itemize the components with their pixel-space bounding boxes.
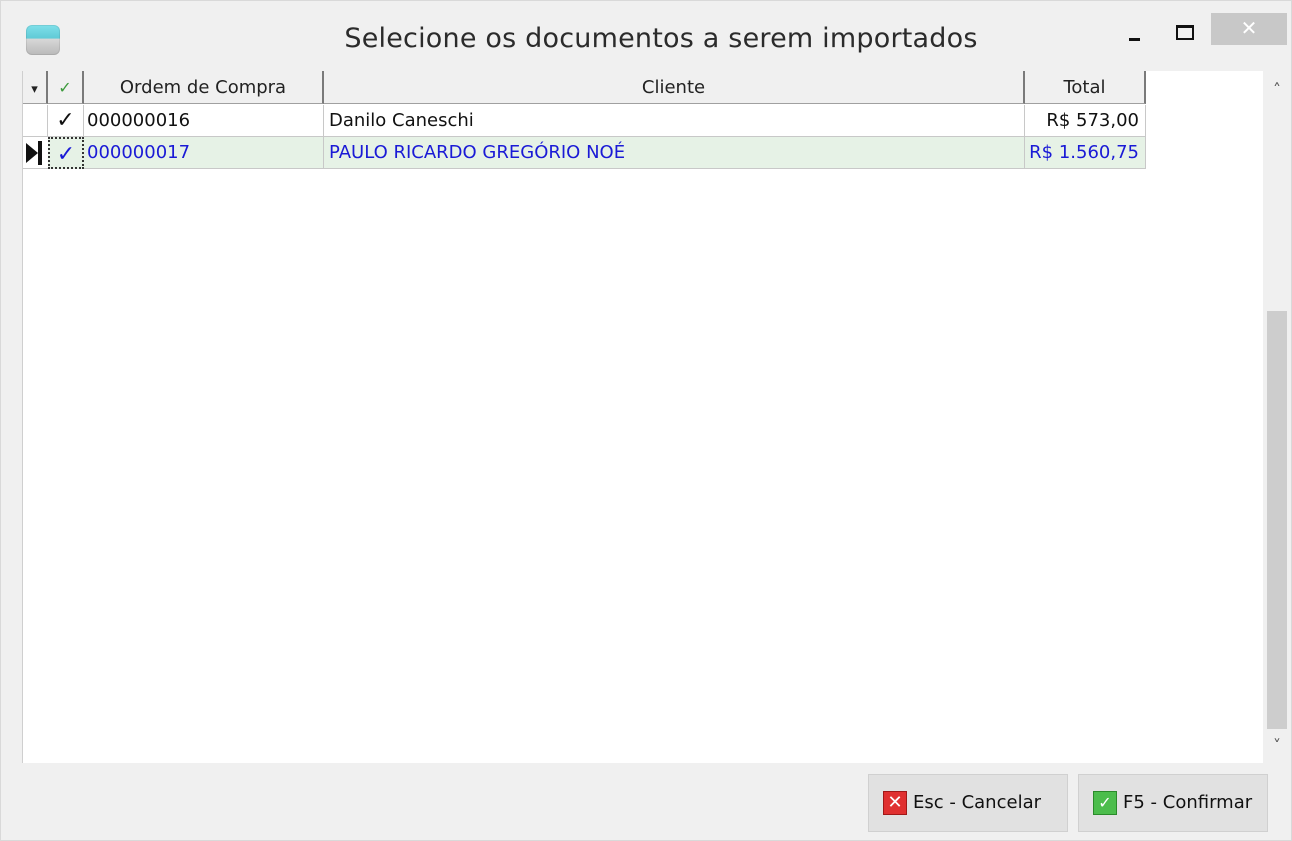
row-indicator-header[interactable]: ▾: [23, 71, 48, 104]
column-header-cliente[interactable]: Cliente: [324, 71, 1025, 104]
row-checkbox[interactable]: ✓: [48, 137, 84, 169]
confirm-label: F5 - Confirmar: [1123, 792, 1253, 813]
minimize-button[interactable]: [1113, 19, 1157, 51]
current-row-bar: [38, 141, 42, 165]
select-all-check-header[interactable]: ✓: [48, 71, 84, 104]
vertical-scrollbar[interactable]: ˄ ˅: [1263, 71, 1291, 763]
row-indicator[interactable]: [23, 137, 48, 169]
import-documents-window: Selecione os documentos a serem importad…: [0, 0, 1292, 841]
scroll-thumb[interactable]: [1267, 311, 1287, 729]
current-row-pointer-icon: [26, 143, 38, 163]
filter-dropdown-icon[interactable]: ▾: [31, 82, 38, 97]
row-indicator[interactable]: [23, 105, 48, 137]
cancel-x-icon: ✕: [883, 791, 907, 815]
documents-grid[interactable]: ▾ ✓ Ordem de Compra Cliente Total ✓ 0000…: [22, 71, 1264, 763]
cancel-button[interactable]: ✕ Esc - Cancelar: [868, 774, 1068, 832]
cell-ordem[interactable]: 000000016: [84, 105, 324, 137]
column-header-total[interactable]: Total: [1025, 71, 1146, 104]
cell-ordem[interactable]: 000000017: [84, 137, 324, 169]
close-button[interactable]: ✕: [1211, 13, 1287, 45]
cell-cliente[interactable]: PAULO RICARDO GREGÓRIO NOÉ: [324, 137, 1025, 169]
cell-total[interactable]: R$ 573,00: [1025, 105, 1146, 137]
cell-total[interactable]: R$ 1.560,75: [1025, 137, 1146, 169]
row-checkbox[interactable]: ✓: [48, 105, 84, 137]
scroll-up-icon[interactable]: ˄: [1263, 73, 1291, 107]
cancel-label: Esc - Cancelar: [913, 792, 1041, 813]
window-title: Selecione os documentos a serem importad…: [344, 23, 978, 54]
confirm-check-icon: ✓: [1093, 791, 1117, 815]
footer-bar: ✕ Esc - Cancelar ✓ F5 - Confirmar: [22, 765, 1291, 837]
title-bar: Selecione os documentos a serem importad…: [1, 1, 1291, 69]
scroll-down-icon[interactable]: ˅: [1263, 729, 1291, 763]
cell-cliente[interactable]: Danilo Caneschi: [324, 105, 1025, 137]
column-header-ordem-de-compra[interactable]: Ordem de Compra: [84, 71, 324, 104]
maximize-button[interactable]: [1161, 15, 1205, 47]
confirm-button[interactable]: ✓ F5 - Confirmar: [1078, 774, 1268, 832]
